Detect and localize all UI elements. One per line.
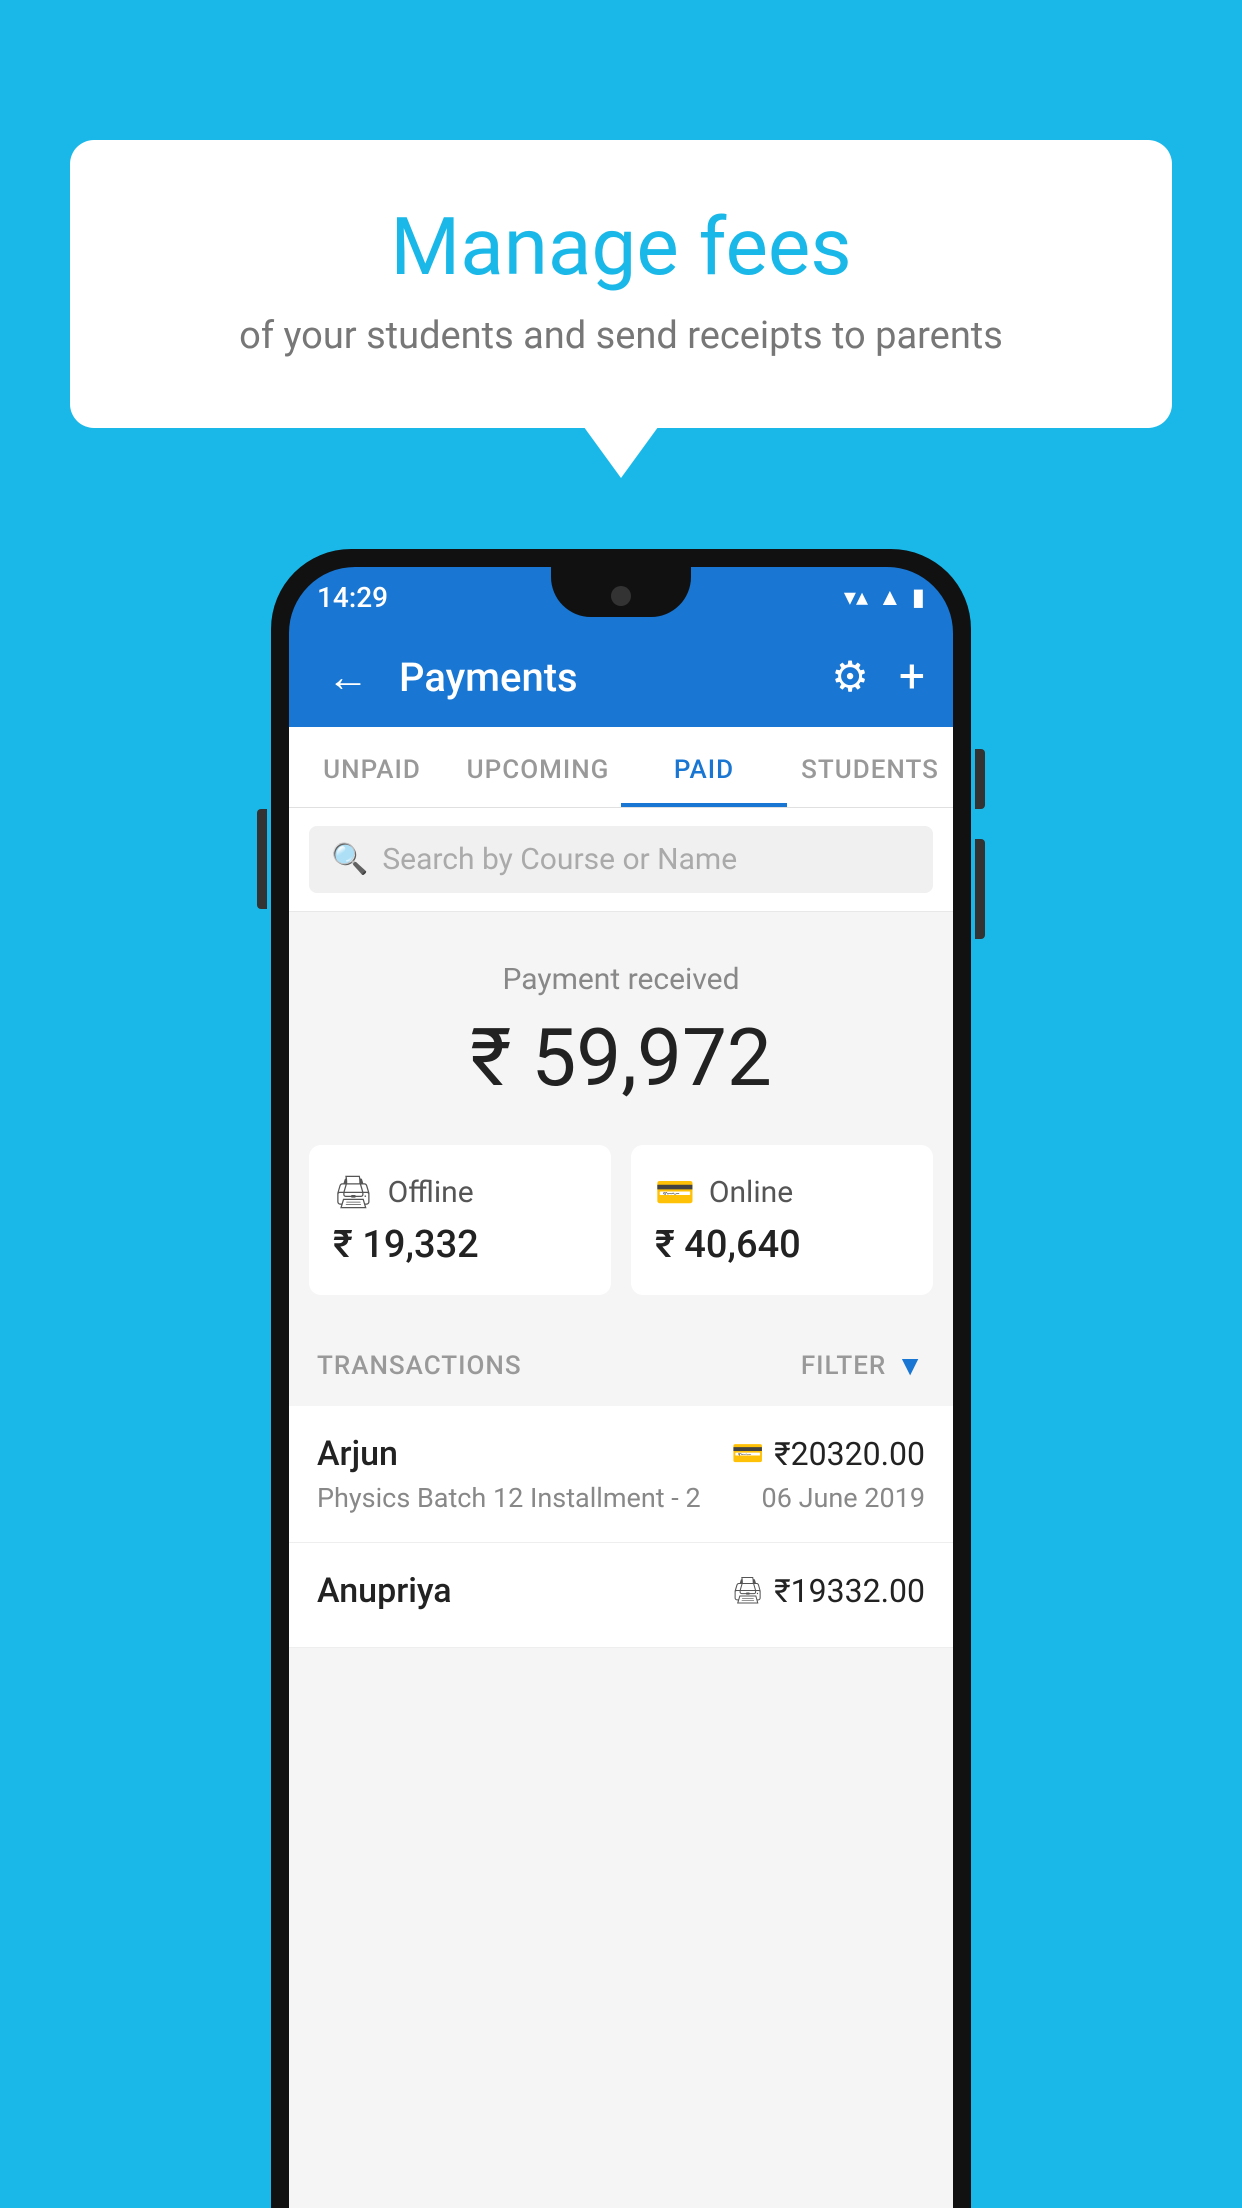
battery-icon: ▮: [912, 583, 925, 611]
wifi-icon: ▾▴: [844, 583, 868, 611]
tab-upcoming[interactable]: UPCOMING: [455, 727, 621, 807]
tab-students[interactable]: STUDENTS: [787, 727, 953, 807]
offline-amount: ₹ 19,332: [333, 1223, 587, 1267]
offline-payment-icon: 🖨: [731, 1576, 764, 1606]
status-icons: ▾▴ ▲ ▮: [844, 583, 925, 612]
power-button-bottom: [975, 839, 985, 939]
notch: [551, 567, 691, 617]
online-amount: ₹ 40,640: [655, 1223, 909, 1267]
status-bar: 14:29 ▾▴ ▲ ▮: [289, 567, 953, 627]
search-icon: 🔍: [331, 842, 368, 877]
volume-button: [257, 809, 267, 909]
power-button-top: [975, 749, 985, 809]
phone-inner: 14:29 ▾▴ ▲ ▮ ← Payments ⚙ + UNPAID: [289, 567, 953, 2208]
online-card-header: 💳 Online: [655, 1173, 909, 1211]
transaction-name: Arjun: [317, 1434, 398, 1474]
transactions-header: TRANSACTIONS FILTER ▼: [289, 1325, 953, 1406]
speech-bubble: Manage fees of your students and send re…: [70, 140, 1172, 428]
camera-dot: [611, 586, 631, 606]
transaction-amount-wrap: 🖨 ₹19332.00: [731, 1572, 925, 1610]
offline-icon: 🖨: [333, 1173, 374, 1211]
filter-label: FILTER: [801, 1351, 886, 1381]
add-button[interactable]: +: [899, 650, 925, 704]
offline-card: 🖨 Offline ₹ 19,332: [309, 1145, 611, 1295]
back-button[interactable]: ←: [317, 643, 379, 712]
phone-outer: 14:29 ▾▴ ▲ ▮ ← Payments ⚙ + UNPAID: [271, 549, 971, 2208]
transaction-course: Physics Batch 12 Installment - 2: [317, 1482, 701, 1514]
settings-icon[interactable]: ⚙: [831, 652, 869, 702]
phone-mockup: 14:29 ▾▴ ▲ ▮ ← Payments ⚙ + UNPAID: [271, 549, 971, 2208]
bubble-title: Manage fees: [150, 200, 1092, 294]
payment-cards: 🖨 Offline ₹ 19,332 💳 Online ₹ 40,640: [289, 1145, 953, 1325]
transaction-row[interactable]: Arjun 💳 ₹20320.00 Physics Batch 12 Insta…: [289, 1406, 953, 1543]
filter-button[interactable]: FILTER ▼: [801, 1349, 925, 1382]
payment-amount: ₹ 59,972: [329, 1011, 913, 1105]
offline-card-header: 🖨 Offline: [333, 1173, 587, 1211]
transaction-top: Arjun 💳 ₹20320.00: [317, 1434, 925, 1474]
online-icon: 💳: [655, 1173, 695, 1211]
search-input[interactable]: Search by Course or Name: [382, 842, 737, 877]
app-title: Payments: [399, 654, 811, 701]
tab-paid[interactable]: PAID: [621, 727, 787, 807]
search-bar[interactable]: 🔍 Search by Course or Name: [309, 826, 933, 893]
transaction-amount: ₹20320.00: [774, 1435, 925, 1473]
filter-icon: ▼: [896, 1349, 925, 1382]
screen-content: 🔍 Search by Course or Name Payment recei…: [289, 808, 953, 2208]
bubble-subtitle: of your students and send receipts to pa…: [150, 314, 1092, 358]
transaction-name: Anupriya: [317, 1571, 452, 1611]
app-bar: ← Payments ⚙ +: [289, 627, 953, 727]
offline-label: Offline: [388, 1175, 474, 1210]
transaction-row[interactable]: Anupriya 🖨 ₹19332.00: [289, 1543, 953, 1648]
transaction-date: 06 June 2019: [762, 1482, 925, 1514]
signal-icon: ▲: [878, 583, 902, 612]
payment-received-label: Payment received: [329, 962, 913, 997]
online-card: 💳 Online ₹ 40,640: [631, 1145, 933, 1295]
transaction-top: Anupriya 🖨 ₹19332.00: [317, 1571, 925, 1611]
tab-unpaid[interactable]: UNPAID: [289, 727, 455, 807]
transaction-amount-wrap: 💳 ₹20320.00: [732, 1435, 925, 1473]
status-time: 14:29: [317, 581, 388, 614]
tabs-bar: UNPAID UPCOMING PAID STUDENTS: [289, 727, 953, 808]
speech-bubble-section: Manage fees of your students and send re…: [70, 140, 1172, 428]
transaction-bottom: Physics Batch 12 Installment - 2 06 June…: [317, 1482, 925, 1514]
search-container: 🔍 Search by Course or Name: [289, 808, 953, 912]
transactions-label: TRANSACTIONS: [317, 1351, 522, 1381]
payment-summary: Payment received ₹ 59,972: [289, 912, 953, 1145]
transaction-amount: ₹19332.00: [774, 1572, 925, 1610]
online-payment-icon: 💳: [732, 1439, 764, 1469]
online-label: Online: [709, 1175, 793, 1210]
